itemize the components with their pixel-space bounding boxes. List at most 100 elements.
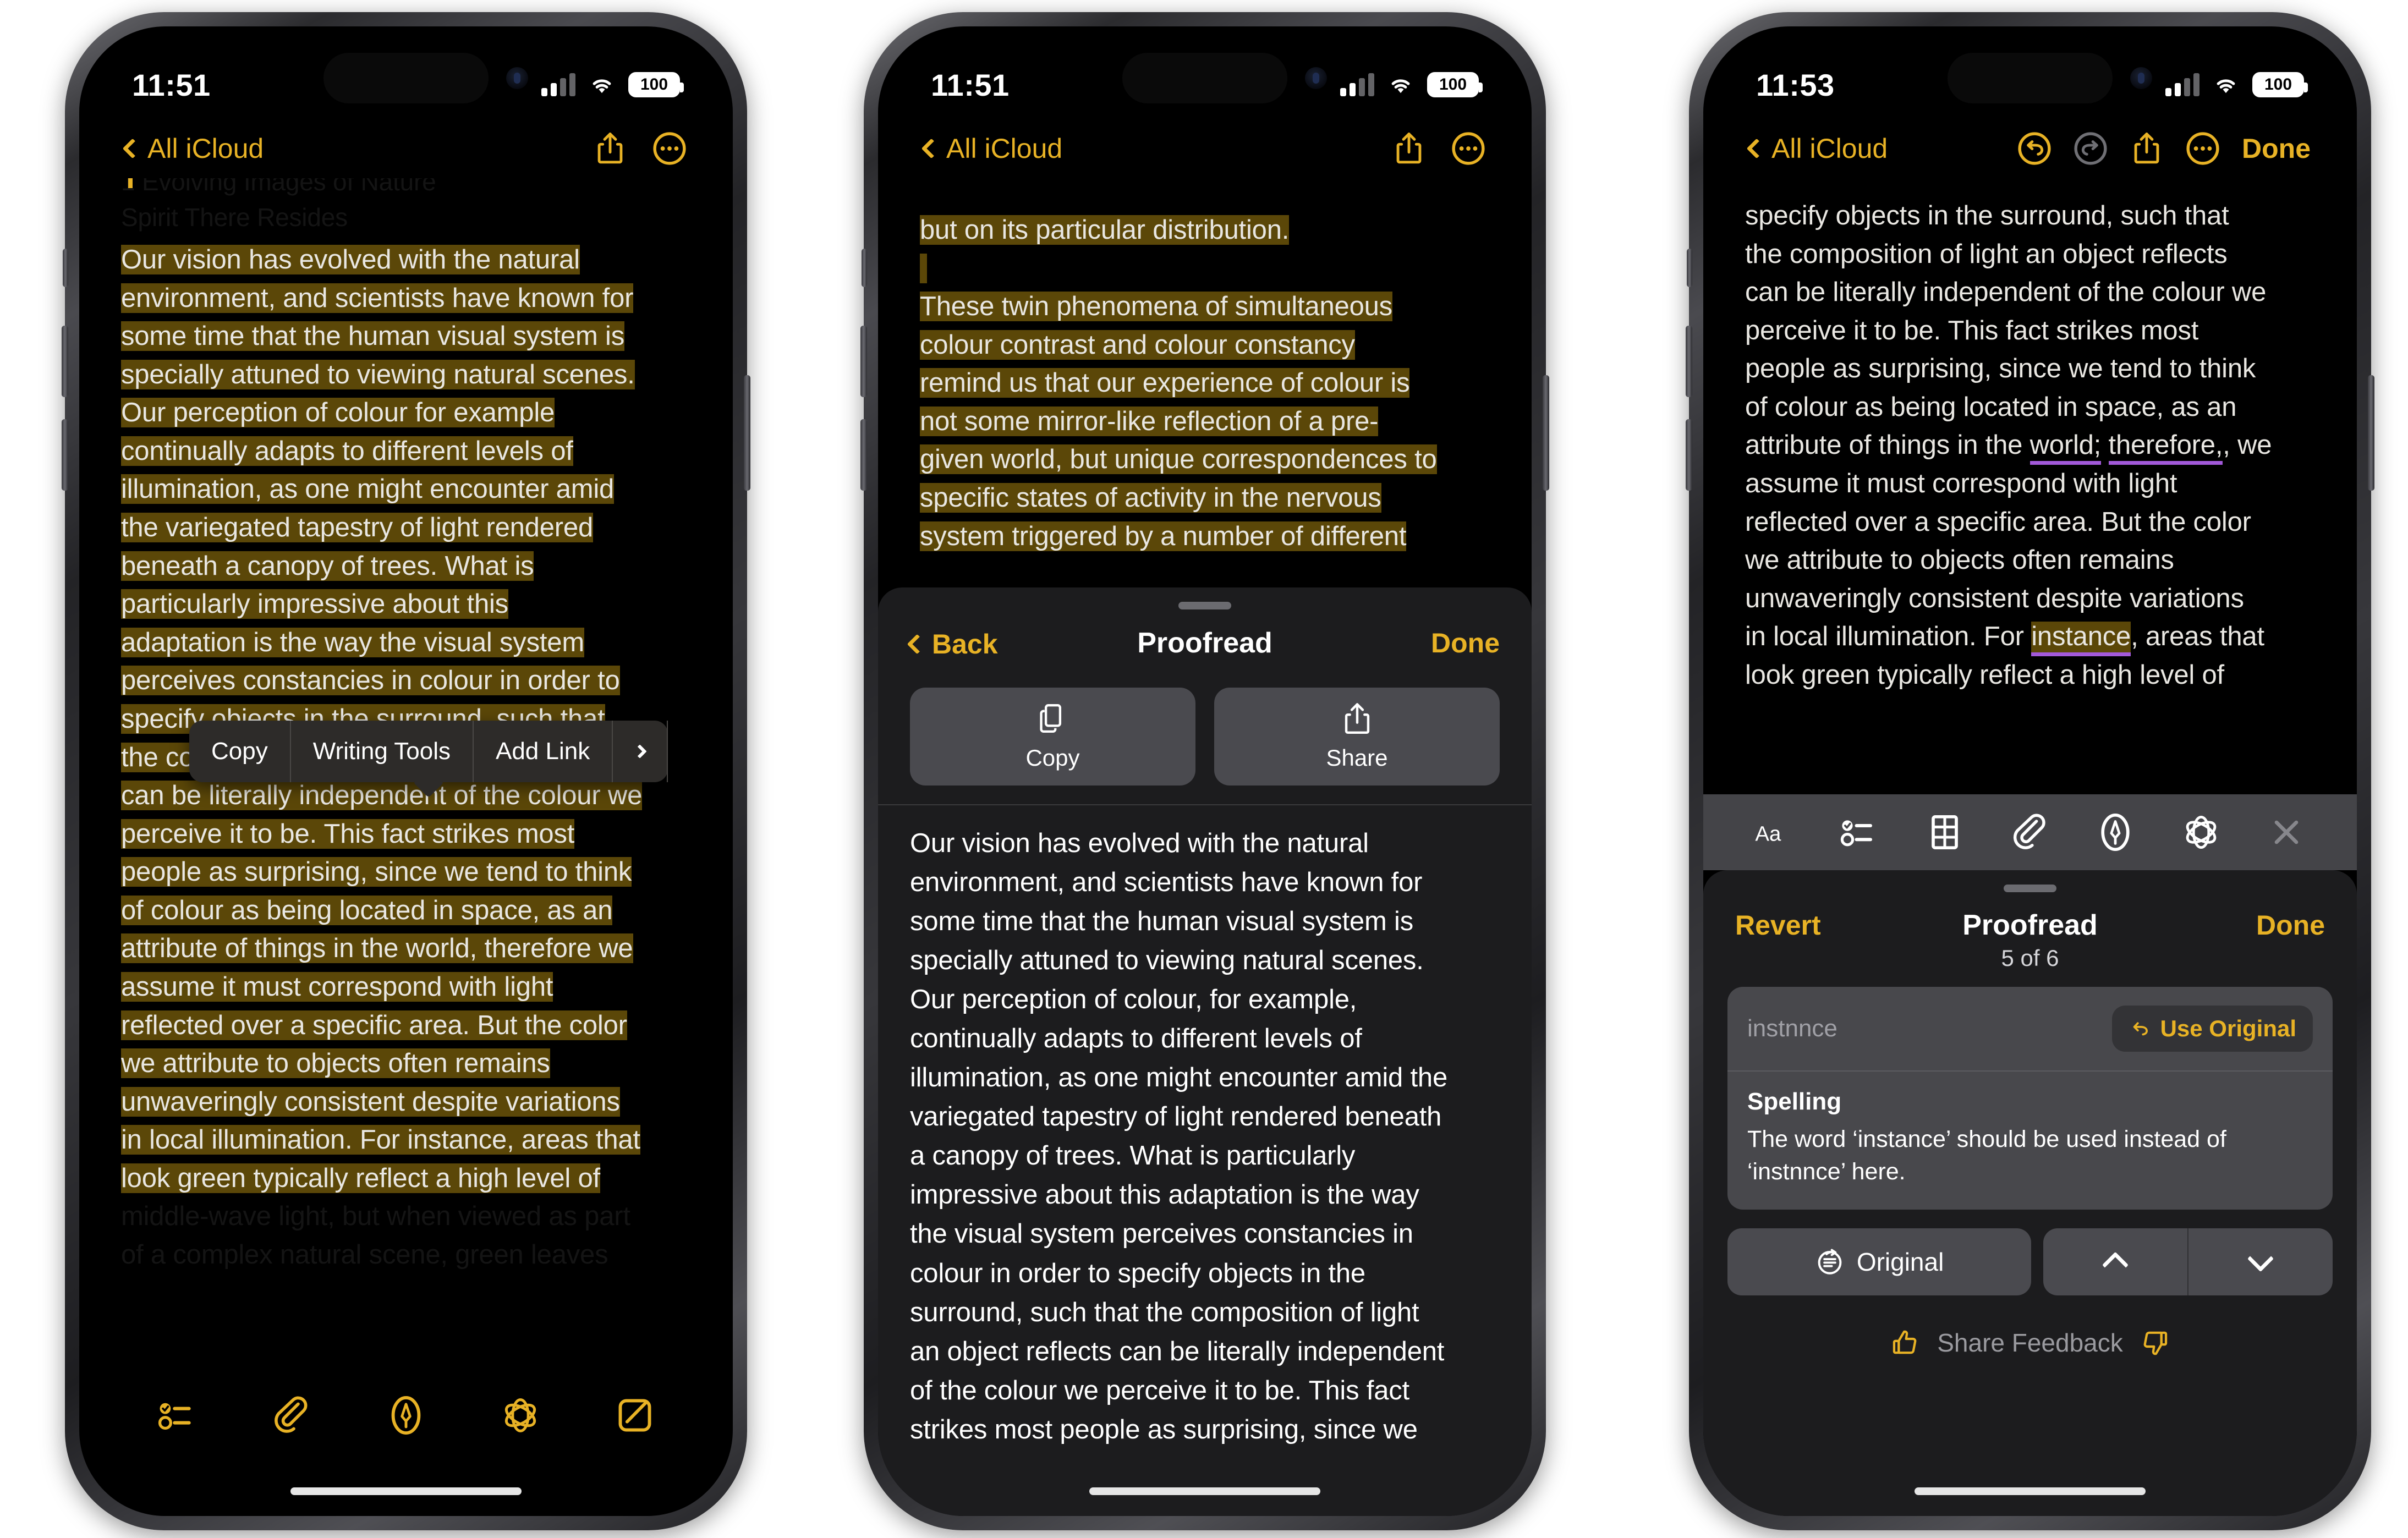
suggestion-nav[interactable] — [2043, 1228, 2333, 1295]
share-feedback-label[interactable]: Share Feedback — [1937, 1328, 2123, 1358]
suggestion-counter: 5 of 6 — [2001, 945, 2059, 971]
undo-arrow-icon — [2129, 1017, 2152, 1040]
volume-down-button[interactable] — [62, 419, 68, 491]
chevron-left-icon — [122, 138, 143, 159]
share-label: Share — [1326, 745, 1388, 771]
checklist-icon[interactable] — [157, 1395, 198, 1436]
power-button[interactable] — [1543, 375, 1549, 491]
back-button[interactable]: All iCloud — [921, 133, 1062, 164]
note-line — [920, 250, 1490, 288]
home-indicator[interactable] — [1089, 1487, 1320, 1495]
home-indicator[interactable] — [290, 1487, 522, 1495]
apple-intelligence-icon[interactable] — [500, 1395, 541, 1436]
next-suggestion-button[interactable] — [2188, 1228, 2333, 1295]
proofread-sheet: Back Proofread Done Copy Share Our visio… — [878, 587, 1532, 1516]
original-toggle-button[interactable]: Original — [1727, 1228, 2032, 1295]
silent-switch[interactable] — [63, 249, 68, 287]
paperclip-icon[interactable] — [2010, 812, 2050, 852]
undo-circle-icon[interactable] — [2017, 131, 2052, 166]
sheet-done-button[interactable]: Done — [1384, 627, 1500, 659]
result-line: Our vision has evolved with the natural — [910, 828, 1369, 858]
share-feedback-row[interactable]: Share Feedback — [1703, 1327, 2357, 1375]
copy-button[interactable]: Copy — [910, 688, 1195, 786]
share-icon[interactable] — [593, 131, 627, 166]
thumbs-up-icon[interactable] — [1890, 1327, 1921, 1358]
revert-button[interactable]: Revert — [1735, 909, 1851, 941]
ellipsis-circle-icon[interactable] — [652, 131, 687, 166]
context-menu-item-writing-tools[interactable]: Writing Tools — [291, 721, 474, 782]
screenshot-stage: 11:51 100 1 Evolving Images of Nature Sp… — [0, 0, 2408, 1538]
result-line: some time that the human visual system i… — [910, 907, 1414, 937]
ellipsis-circle-icon[interactable] — [2186, 131, 2220, 166]
wifi-icon — [2212, 73, 2240, 96]
sheet-back-button[interactable]: Back — [907, 626, 1025, 660]
note-text-editing[interactable]: specify objects in the surround, such th… — [1703, 197, 2357, 695]
home-indicator[interactable] — [1915, 1487, 2146, 1495]
volume-up-button[interactable] — [860, 326, 867, 397]
note-line: reflected over a specific area. But the … — [1745, 507, 2251, 537]
note-line: unwaveringly consistent despite variatio… — [1745, 583, 2244, 613]
note-line: attribute of things in the world, theref… — [121, 933, 633, 964]
context-menu-more-button[interactable] — [613, 721, 668, 782]
note-line: we attribute to objects often remains — [1745, 545, 2174, 575]
note-text-selected[interactable]: but on its particular distribution. Thes… — [878, 211, 1532, 556]
power-button[interactable] — [744, 375, 750, 491]
status-time: 11:51 — [132, 67, 211, 102]
share-icon[interactable] — [2130, 131, 2164, 166]
paperclip-icon[interactable] — [271, 1395, 312, 1436]
result-line: an object reflects can be literally inde… — [910, 1336, 1445, 1366]
use-original-button[interactable]: Use Original — [2111, 1006, 2313, 1052]
sheet-grabber[interactable] — [2004, 885, 2056, 892]
ellipsis-circle-icon[interactable] — [1451, 131, 1485, 166]
apple-intelligence-icon[interactable] — [2181, 812, 2221, 852]
volume-up-button[interactable] — [62, 326, 68, 397]
note-line: the variegated tapestry of light rendere… — [121, 513, 594, 543]
silent-switch[interactable] — [862, 249, 867, 287]
phone-device-3: 11:53 100 All iCloud Done specify object… — [1686, 12, 2374, 1530]
power-button[interactable] — [2368, 375, 2374, 491]
chevron-left-icon — [1746, 138, 1767, 159]
nav-bar: All iCloud — [878, 119, 1532, 178]
result-line: environment, and scientists have known f… — [910, 867, 1423, 898]
thumbs-down-icon[interactable] — [2140, 1327, 2170, 1358]
silent-switch[interactable] — [1687, 249, 1692, 287]
text-context-menu[interactable]: Copy Writing Tools Add Link — [189, 721, 668, 798]
suggestion-instance-active[interactable]: instance — [2031, 622, 2131, 657]
editor-format-toolbar[interactable]: Aa — [1703, 794, 2357, 870]
result-line: illumination, as one might encounter ami… — [910, 1063, 1448, 1093]
markup-pen-icon[interactable] — [386, 1395, 426, 1436]
close-x-icon[interactable] — [2267, 812, 2306, 852]
format-aa-icon[interactable]: Aa — [1754, 812, 1793, 852]
context-menu-item-add-link[interactable]: Add Link — [474, 721, 613, 782]
markup-pen-icon[interactable] — [2096, 812, 2135, 852]
volume-down-button[interactable] — [1686, 419, 1692, 491]
nav-bar: All iCloud — [79, 119, 733, 178]
share-button[interactable]: Share — [1214, 688, 1500, 786]
previous-suggestion-button[interactable] — [2043, 1228, 2189, 1295]
context-menu-item-copy[interactable]: Copy — [189, 721, 291, 782]
status-time: 11:53 — [1756, 67, 1835, 102]
notes-bottom-toolbar[interactable] — [79, 1380, 733, 1451]
share-icon[interactable] — [1392, 131, 1426, 166]
note-line: environment, and scientists have known f… — [121, 283, 634, 313]
compose-icon[interactable] — [615, 1395, 655, 1436]
back-button[interactable]: All iCloud — [1746, 133, 1888, 164]
proofread-detail-sheet: Revert Proofread Done 5 of 6 instnnce Us… — [1703, 870, 2357, 1516]
suggestion-world[interactable]: world; — [2029, 430, 2101, 465]
suggestion-explanation: Spelling The word ‘instance’ should be u… — [1727, 1072, 2333, 1210]
copy-label: Copy — [1025, 745, 1080, 771]
suggestion-therefore[interactable]: therefore, — [2108, 430, 2223, 465]
note-line: reflected over a specific area. But the … — [121, 1010, 627, 1040]
note-line: system triggered by a number of differen… — [920, 521, 1407, 551]
checklist-icon[interactable] — [1839, 812, 1879, 852]
volume-up-button[interactable] — [1686, 326, 1692, 397]
done-button[interactable]: Done — [2209, 909, 2325, 941]
back-button[interactable]: All iCloud — [122, 133, 264, 164]
sheet-title: Proofread — [1137, 627, 1272, 659]
volume-down-button[interactable] — [860, 419, 867, 491]
table-icon[interactable] — [1925, 812, 1965, 852]
sheet-grabber[interactable] — [1178, 602, 1231, 609]
note-line: colour contrast and colour constancy — [920, 329, 1355, 360]
done-button[interactable]: Done — [2242, 133, 2311, 164]
note-line: assume it must correspond with light — [1745, 469, 2177, 499]
